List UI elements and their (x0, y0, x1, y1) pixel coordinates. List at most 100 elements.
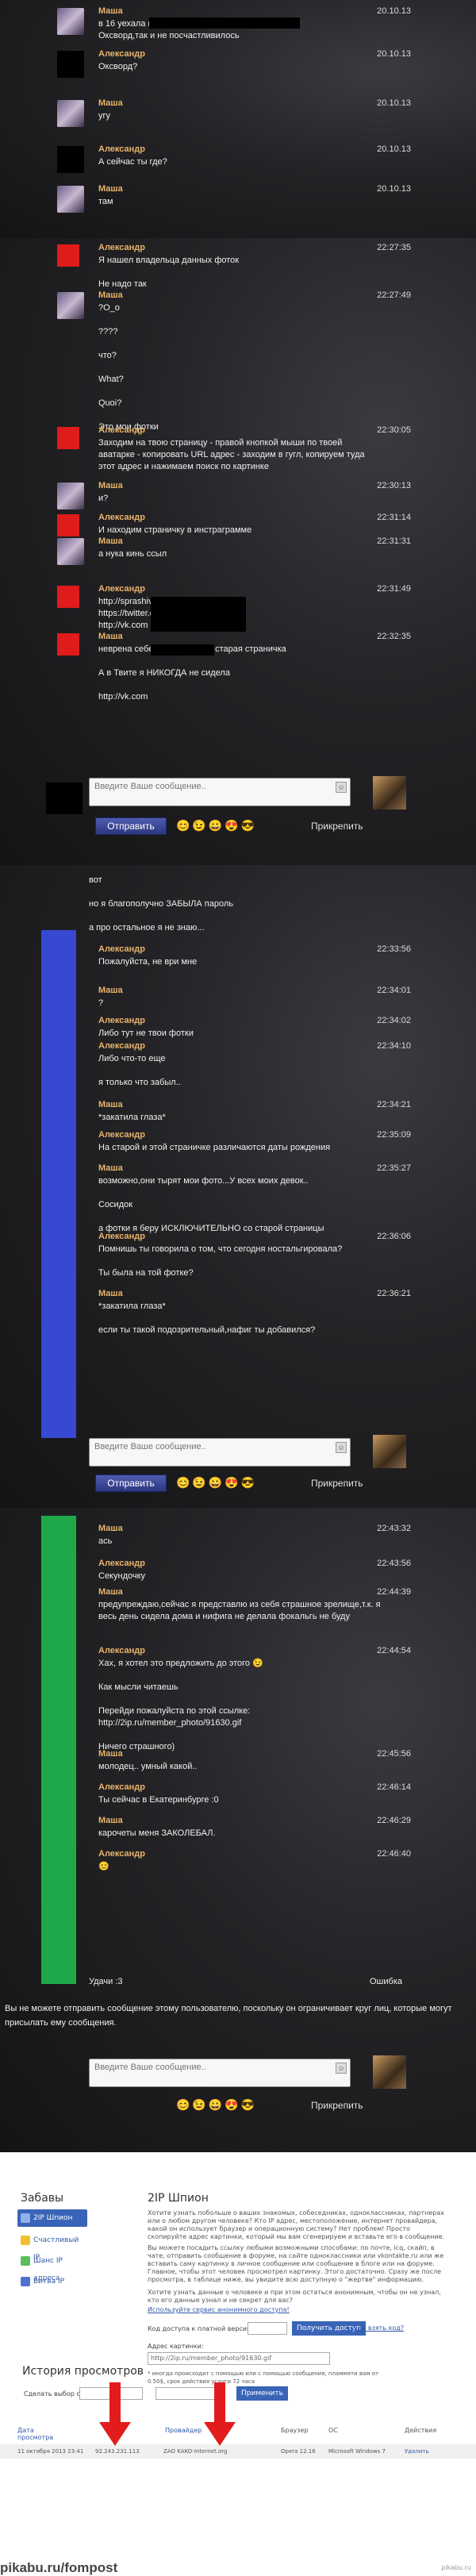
attach-button[interactable]: Прикрепить (311, 821, 363, 832)
sender-avatar[interactable] (57, 8, 84, 35)
sender-name[interactable]: Александр (98, 1646, 145, 1655)
message-text: угу (98, 111, 111, 121)
date-to-input[interactable] (155, 2387, 219, 2400)
smile-picker-icon[interactable]: ☺ (336, 782, 347, 793)
sender-name[interactable]: Александр (98, 49, 145, 59)
message-time: 20.10.13 (377, 98, 411, 108)
sender-name[interactable]: Александр (98, 513, 145, 522)
sender-name[interactable]: Маша (98, 1587, 123, 1597)
message-time: 22:31:49 (377, 584, 411, 594)
sender-name[interactable]: Маша (98, 1524, 123, 1533)
sender-avatar[interactable] (57, 633, 79, 656)
message-input[interactable] (94, 782, 332, 791)
sender-name[interactable]: Александр (98, 1849, 145, 1859)
sender-name[interactable]: Александр (98, 1559, 145, 1568)
sender-name[interactable]: Маша (98, 6, 123, 16)
sender-avatar[interactable] (57, 586, 79, 608)
message-time: 22:34:01 (377, 986, 411, 995)
sender-avatar[interactable] (57, 514, 79, 536)
message-time: 22:46:29 (377, 1816, 411, 1825)
smiles-row[interactable]: 😊😉😀😍😎 (176, 1476, 257, 1490)
message-text: Заходим на твою страницу - правой кнопко… (98, 438, 365, 471)
sender-avatar[interactable] (57, 51, 84, 78)
sender-name[interactable]: Александр (98, 944, 145, 954)
red-arrow-ip-head (99, 2422, 131, 2446)
sender-avatar[interactable] (57, 146, 84, 173)
sidebar-item-lucky-ip[interactable]: Счастливый IP (17, 2232, 87, 2262)
apply-button[interactable]: Применить (236, 2386, 288, 2401)
message-text: Оксворд? (98, 62, 138, 71)
spy-description-3: Хотите узнать данные о человеке и при эт… (148, 2289, 441, 2304)
message-text: ? (98, 998, 104, 1008)
message-input-box[interactable]: ☺ (89, 778, 351, 806)
sender-name[interactable]: Маша (98, 1749, 123, 1759)
red-arrow-ip-shaft (109, 2382, 121, 2427)
message-time: 22:31:14 (377, 513, 411, 522)
message-text: возможно,они тырят мои фото...У всех мои… (98, 1176, 324, 1233)
send-button[interactable]: Отправить (95, 1474, 167, 1492)
sender-name[interactable]: Маша (98, 1100, 123, 1109)
sender-name[interactable]: Маша (98, 98, 123, 108)
sidebar-item-ip-battle[interactable]: Битва IP (17, 2273, 87, 2290)
sender-name[interactable]: Маша (98, 290, 123, 300)
smiles-row[interactable]: 😊😉😀😍😎 (176, 819, 257, 832)
message-text: *закатила глаза* (98, 1113, 166, 1122)
where-code-link[interactable]: Где взять код? (354, 2324, 404, 2332)
sender-avatar[interactable] (57, 538, 84, 565)
sender-name[interactable]: Александр (98, 425, 145, 435)
red-arrow-provider-shaft (214, 2382, 225, 2427)
message-time: 20.10.13 (377, 184, 411, 194)
sender-avatar[interactable] (57, 186, 84, 213)
sender-name[interactable]: Маша (98, 184, 123, 194)
col-date: Дата просмотра (17, 2427, 54, 2441)
sender-name[interactable]: Александр (98, 243, 145, 252)
sender-avatar[interactable] (57, 292, 84, 319)
delete-link[interactable]: Удалить (405, 2448, 429, 2455)
sidebar-item-ip-chance[interactable]: Шанс IP адреса (17, 2252, 87, 2282)
smile-picker-icon[interactable]: ☺ (336, 1442, 347, 1453)
sender-avatar[interactable] (57, 427, 79, 449)
code-input[interactable] (248, 2322, 287, 2335)
history-title: История просмотров (22, 2365, 144, 2378)
sender-name[interactable]: Александр (98, 1041, 145, 1051)
sender-name[interactable]: Маша (98, 1816, 123, 1825)
sender-name[interactable]: Александр (98, 1130, 145, 1140)
sender-name[interactable]: Александр (98, 584, 145, 594)
sender-name[interactable]: Маша (98, 1289, 123, 1298)
bottom-right-text: Ошибка (370, 1977, 402, 1986)
sender-avatar[interactable] (57, 483, 84, 509)
sender-name[interactable]: Маша (98, 986, 123, 995)
chat-panel-2: Александр 22:27:35 Я нашел владельца данны… (0, 238, 476, 865)
attach-button[interactable]: Прикрепить (311, 1478, 363, 1489)
message-time: 22:30:05 (377, 425, 411, 435)
message-text: Пожалуйста, не ври мне (98, 957, 198, 967)
spy-description-2: Вы можете посадить ссылку любыми возможн… (148, 2244, 444, 2283)
image-address-field[interactable]: http://2ip.ru/member_photo/91630.gif (148, 2352, 330, 2365)
sidebar-item-label: Битва IP (33, 2278, 65, 2286)
sender-avatar[interactable] (57, 100, 84, 127)
message-text: неврена себе.. У меня была старая страни… (98, 644, 286, 702)
sender-avatar[interactable] (57, 244, 79, 267)
anonymous-access-link[interactable]: Используйте сервис анонимного доступа! (148, 2306, 290, 2313)
sender-name[interactable]: Александр (98, 1016, 145, 1025)
sender-name[interactable]: Маша (98, 1163, 123, 1173)
sender-name[interactable]: Александр (98, 1782, 145, 1792)
smiles-row[interactable]: 😊😉😀😍😎 (176, 2098, 257, 2112)
message-input[interactable] (94, 1442, 332, 1451)
sender-name[interactable]: Маша (98, 632, 123, 641)
smile-picker-icon[interactable]: ☺ (336, 2063, 347, 2074)
message-input-box[interactable]: ☺ (89, 2059, 351, 2087)
sender-name[interactable]: Александр (98, 1232, 145, 1241)
cell-date: 11 октября 2013 23:41 (17, 2448, 84, 2455)
send-button[interactable]: Отправить (95, 817, 167, 835)
message-text: Либо тут не твои фотки (98, 1028, 194, 1038)
message-input-box[interactable]: ☺ (89, 1438, 351, 1467)
attach-button[interactable]: Прикрепить (311, 2100, 363, 2111)
sender-name[interactable]: Маша (98, 481, 123, 490)
sender-name[interactable]: Маша (98, 536, 123, 546)
col-actions: Действия (405, 2427, 437, 2434)
sidebar-item-spy[interactable]: 2IP Шпион (17, 2209, 87, 2227)
sender-name[interactable]: Александр (98, 144, 145, 154)
message-text: ась (98, 1536, 113, 1546)
message-input[interactable] (94, 2063, 332, 2072)
